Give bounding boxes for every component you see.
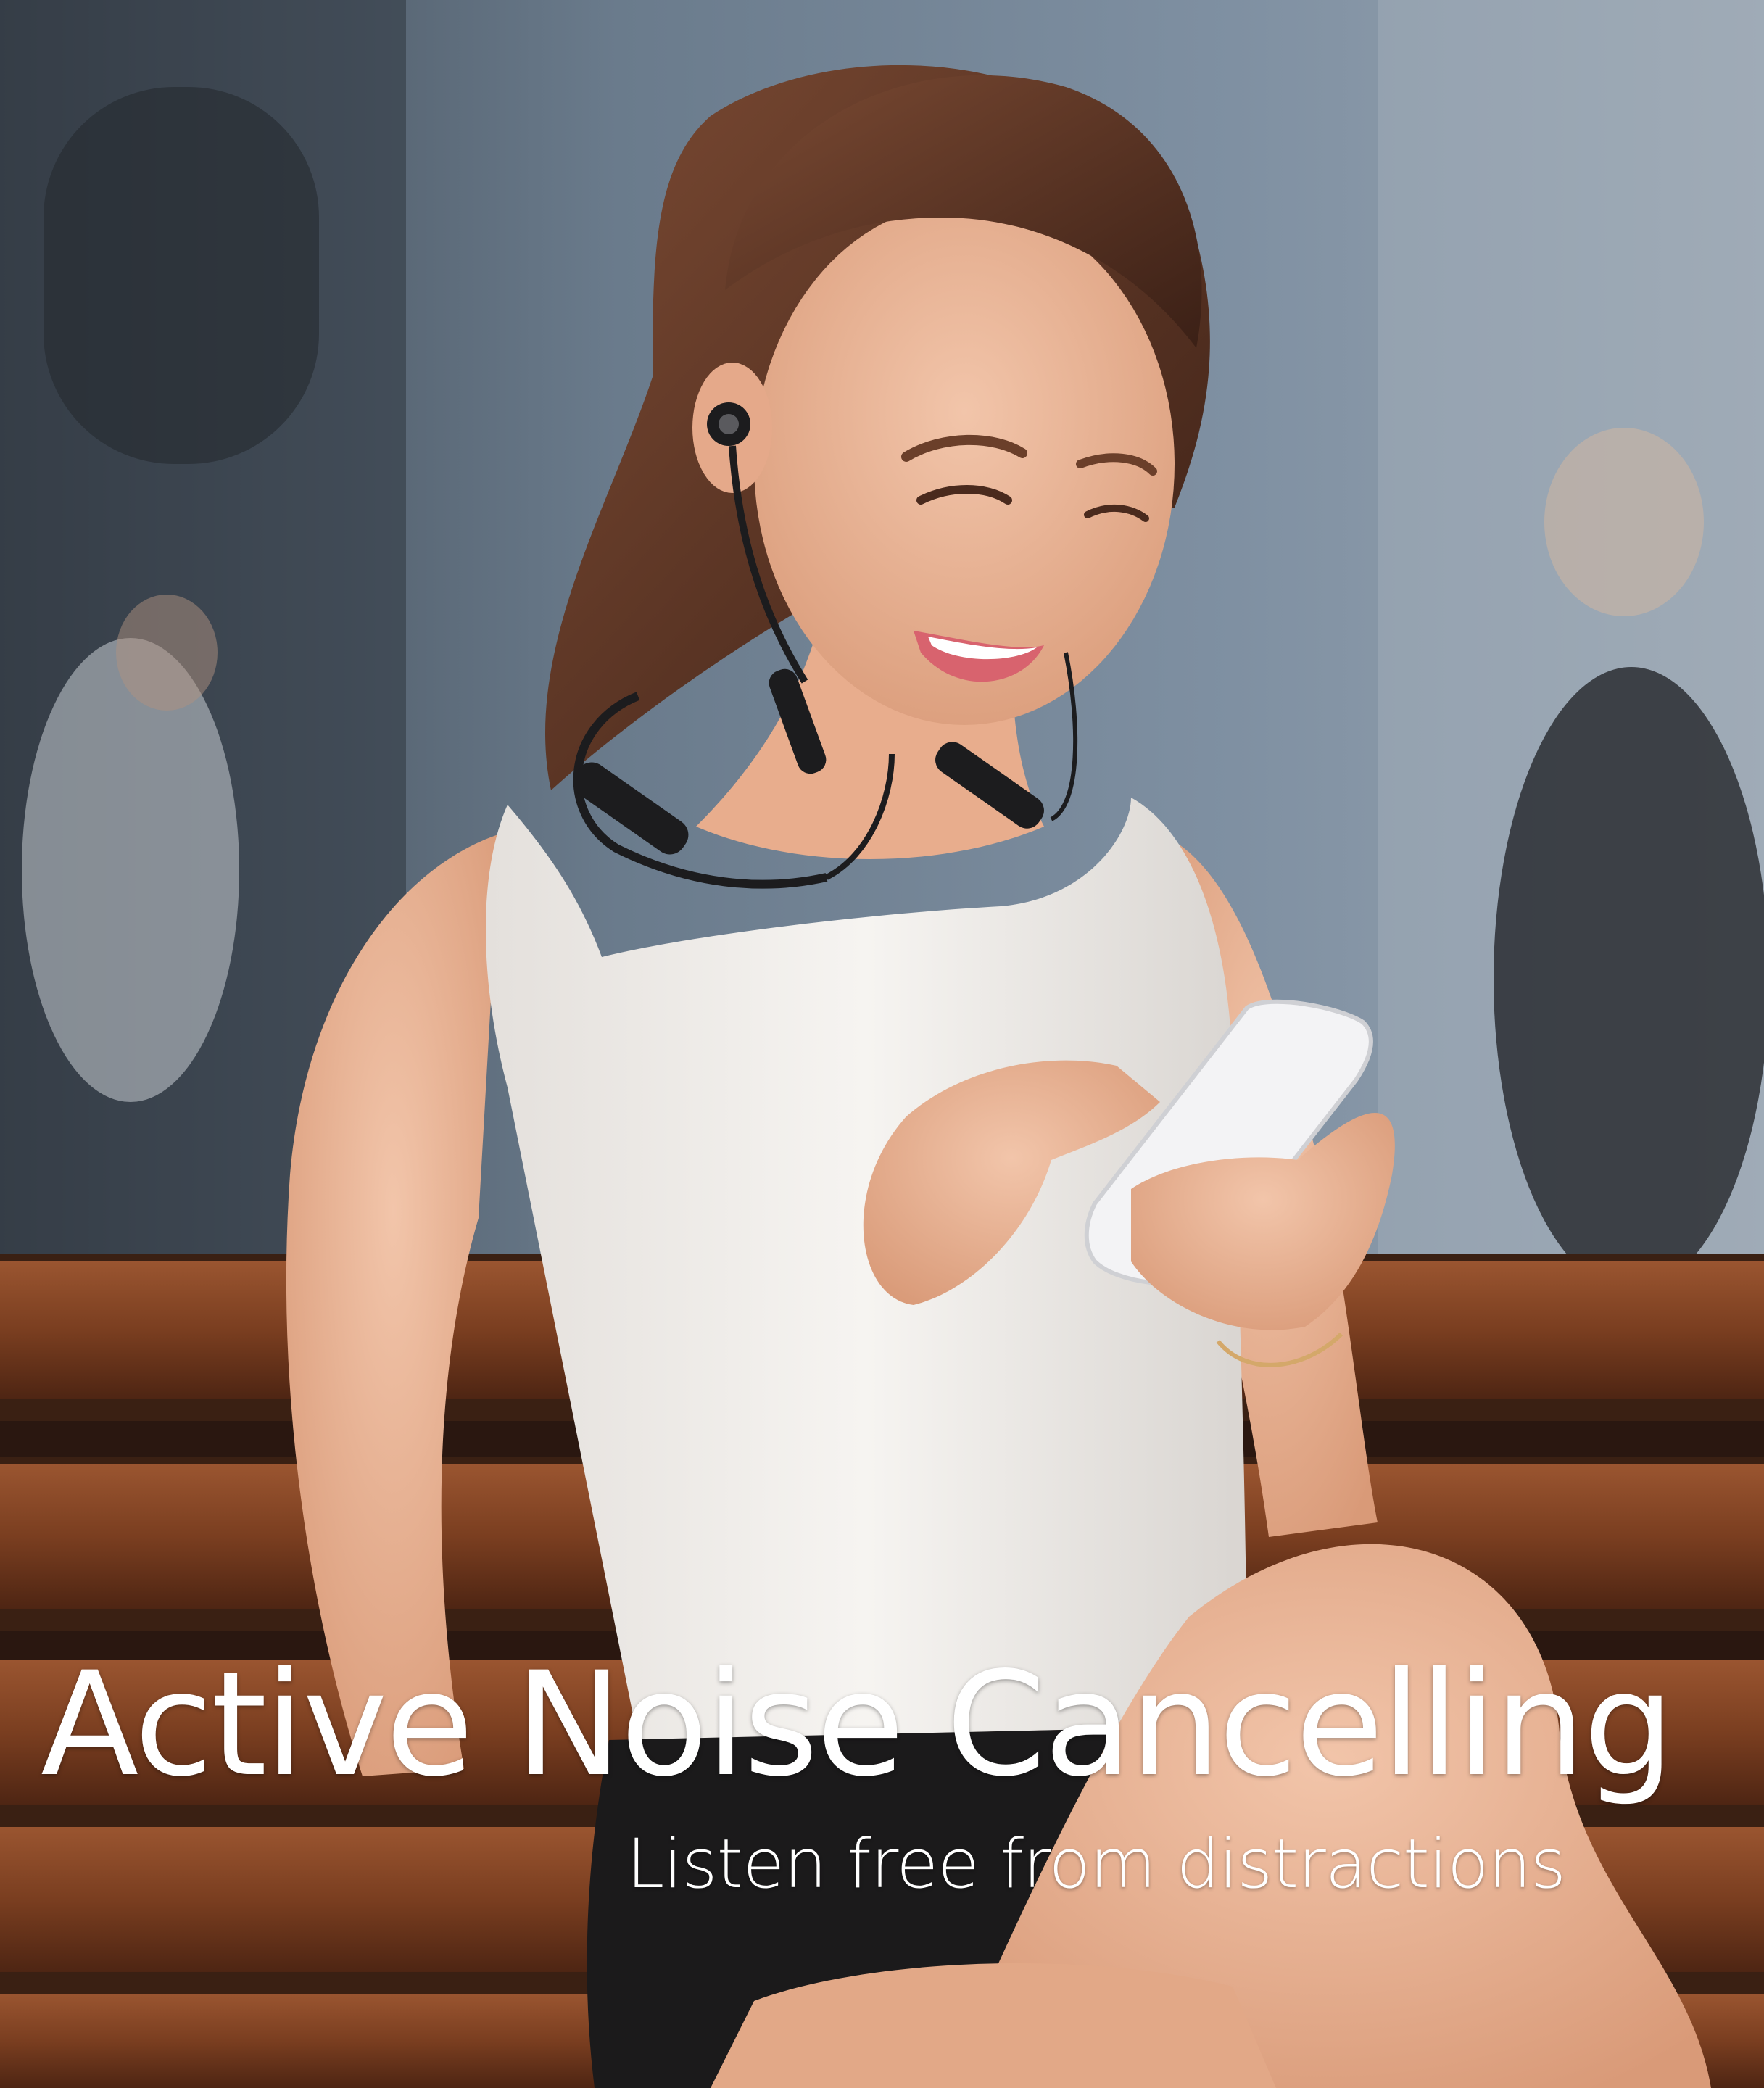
headline: Active Noise Cancelling: [41, 1641, 1675, 1808]
tagline: Listen free from distractions: [626, 1825, 1566, 1904]
